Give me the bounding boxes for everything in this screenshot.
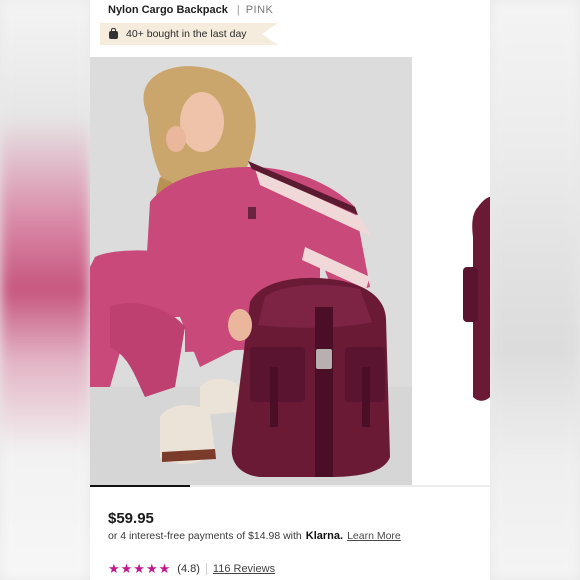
title-separator: | [236, 4, 240, 16]
installment-row: or 4 interest-free payments of $14.98 wi… [108, 530, 401, 542]
product-title-row: Nylon Cargo Backpack | PINK [108, 4, 273, 16]
product-image-next-preview[interactable] [423, 57, 490, 485]
gallery-scroll-track[interactable] [90, 485, 490, 487]
blurred-background-right [490, 0, 580, 580]
blurred-background-left [0, 0, 90, 580]
rating-stars-icon: ★★★★★ [108, 561, 172, 576]
klarna-logo: Klarna. [305, 530, 344, 542]
popularity-badge: 40+ bought in the last day [100, 23, 278, 45]
model-with-backpack-illustration [90, 57, 412, 485]
installment-text: or 4 interest-free payments of $14.98 wi… [108, 530, 302, 542]
product-price: $59.95 [108, 510, 154, 527]
popularity-badge-text: 40+ bought in the last day [126, 28, 247, 40]
rating-row: ★★★★★ (4.8) 116 Reviews [108, 561, 275, 577]
product-title: Nylon Cargo Backpack [108, 4, 228, 16]
product-image-main[interactable] [90, 57, 412, 485]
reviews-link[interactable]: 116 Reviews [213, 563, 275, 575]
learn-more-link[interactable]: Learn More [347, 530, 401, 542]
gallery-scroll-thumb[interactable] [90, 485, 190, 487]
rating-score: (4.8) [177, 563, 200, 575]
product-page-frame: Nylon Cargo Backpack | PINK 40+ bought i… [90, 0, 490, 580]
backpack-side-illustration [423, 57, 490, 485]
product-variant: PINK [245, 4, 274, 16]
shopping-bag-icon [109, 28, 118, 39]
rating-divider [205, 563, 207, 575]
